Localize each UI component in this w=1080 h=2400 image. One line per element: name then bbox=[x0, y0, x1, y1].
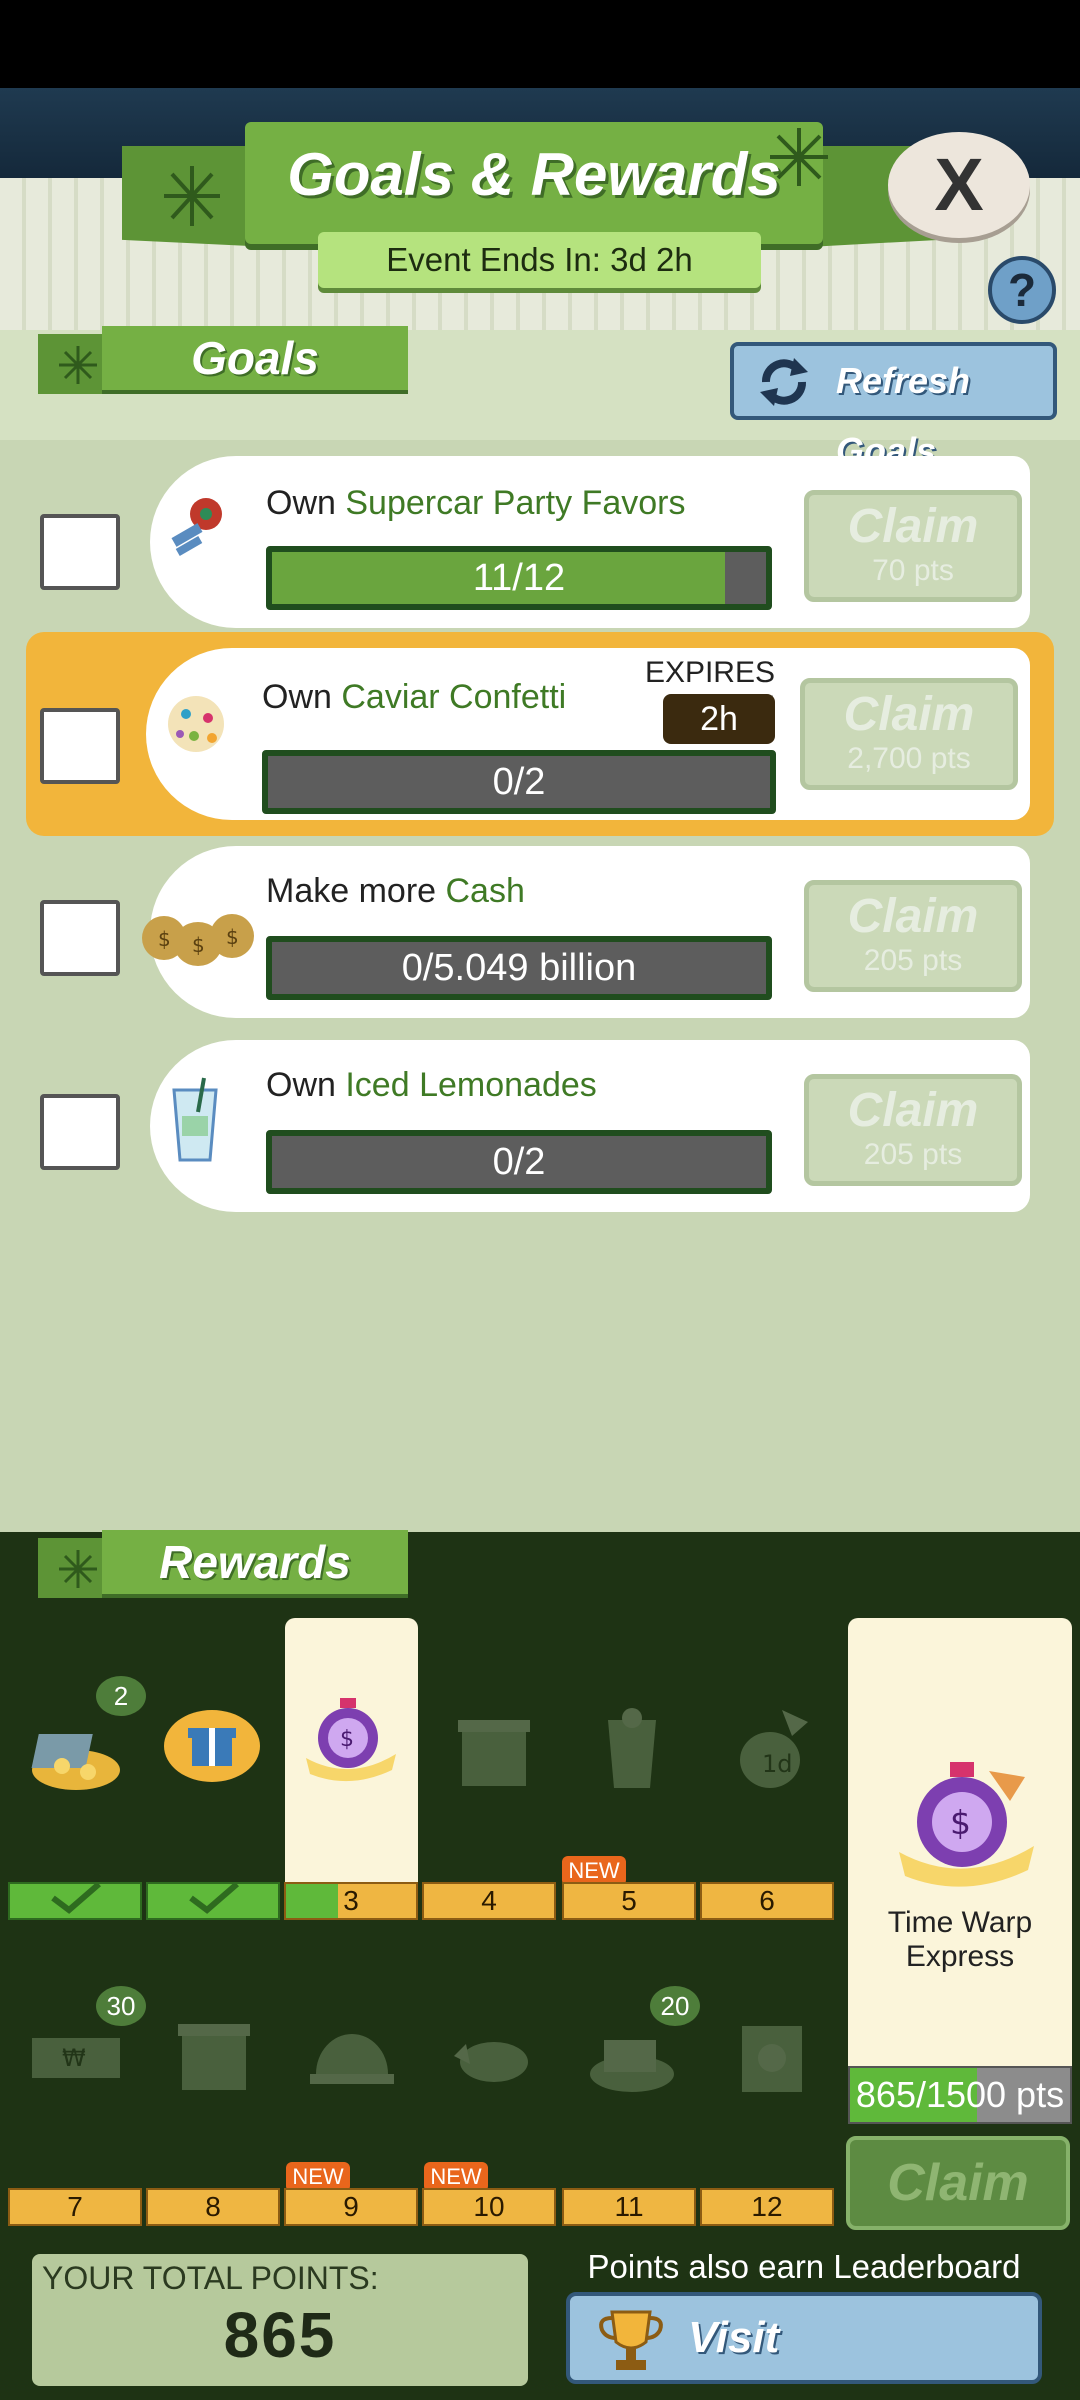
reward-count-badge: 2 bbox=[96, 1676, 146, 1716]
featured-reward-name: Time Warp Express bbox=[887, 1906, 1033, 1973]
crate-icon bbox=[178, 2024, 250, 2090]
crate-icon bbox=[458, 1720, 530, 1786]
reward-segment: 7 bbox=[8, 2188, 142, 2226]
reward-segment: 11 bbox=[562, 2188, 696, 2226]
goal-label: Make more Cash bbox=[266, 872, 525, 910]
event-timer: Event Ends In: 3d 2h bbox=[318, 232, 761, 288]
featured-progress-bar: 865/1500 pts bbox=[848, 2066, 1072, 2124]
rhino-icon bbox=[454, 2042, 528, 2082]
reward-segment: 3 bbox=[284, 1882, 418, 1920]
drink-icon bbox=[608, 1708, 656, 1788]
svg-text:$: $ bbox=[950, 1803, 971, 1842]
claim-button[interactable]: Claim 2,700 pts bbox=[800, 678, 1018, 790]
gold-pile-icon bbox=[31, 1734, 120, 1790]
goal-progress-text: 0/2 bbox=[492, 1141, 546, 1183]
reward-segment: 6 bbox=[700, 1882, 834, 1920]
goal-progress-bar: 0/5.049 billion bbox=[266, 936, 772, 1000]
checkmark-icon bbox=[51, 1881, 101, 1914]
cloche-icon bbox=[310, 2034, 394, 2084]
sparkle-icon bbox=[770, 128, 828, 186]
featured-progress-text: 865/1500 pts bbox=[855, 2074, 1065, 2115]
money-bags-icon: $ $ $ bbox=[142, 914, 254, 966]
goal-checkbox bbox=[40, 708, 120, 784]
stopwatch-icon: $ bbox=[899, 1762, 1034, 1887]
page-title: Goals & Rewards bbox=[287, 141, 781, 208]
claim-points: 205 pts bbox=[863, 944, 963, 977]
goal-progress-text: 11/12 bbox=[472, 557, 566, 599]
goal-checkbox bbox=[40, 900, 120, 976]
goal-progress-bar: 0/2 bbox=[262, 750, 776, 814]
claim-points: 2,700 pts bbox=[847, 742, 971, 775]
reward-segment: 8 bbox=[146, 2188, 280, 2226]
confetti-icon bbox=[168, 696, 224, 752]
goals-tab: Goals bbox=[102, 326, 408, 390]
goal-progress-text: 0/2 bbox=[492, 761, 546, 803]
claim-label: Claim bbox=[843, 688, 975, 741]
visit-leaderboards-label: Visit Leaderboards bbox=[688, 2313, 979, 2400]
status-bar-area bbox=[0, 0, 1080, 88]
total-points-value: 865 bbox=[223, 2299, 337, 2371]
claim-button[interactable]: Claim 70 pts bbox=[804, 490, 1022, 602]
goal-label: Own Iced Lemonades bbox=[266, 1066, 597, 1104]
claim-button[interactable]: Claim 205 pts bbox=[804, 1074, 1022, 1186]
reward-segment: 4 bbox=[422, 1882, 556, 1920]
expires-timer: 2h 49m bbox=[663, 694, 775, 788]
total-points-label: YOUR TOTAL POINTS: bbox=[42, 2260, 379, 2296]
reward-segment-complete bbox=[8, 1881, 142, 1920]
svg-text:$: $ bbox=[340, 1727, 354, 1752]
checkmark-icon bbox=[189, 1881, 239, 1914]
rewards-tab: Rewards bbox=[102, 1530, 408, 1594]
svg-text:$: $ bbox=[158, 927, 171, 951]
visit-leaderboards-button[interactable]: Visit Leaderboards bbox=[566, 2292, 1042, 2400]
goal-progress-text: 0/5.049 billion bbox=[401, 947, 637, 989]
claim-label: Claim bbox=[847, 1084, 979, 1137]
reward-count-badge: 30 bbox=[96, 1986, 146, 2026]
svg-text:₩: ₩ bbox=[62, 2044, 86, 2072]
claim-points: 70 pts bbox=[872, 554, 954, 587]
reward-segment-complete bbox=[146, 1881, 280, 1920]
machine-icon bbox=[742, 2026, 802, 2092]
svg-text:1d: 1d bbox=[762, 1750, 793, 1778]
goals-rewards-screen: Goals & Rewards Event Ends In: 3d 2h X ?… bbox=[0, 0, 1080, 2400]
claim-points: 205 pts bbox=[863, 1138, 963, 1171]
reward-segment: 10 bbox=[422, 2188, 556, 2226]
lemonade-icon bbox=[172, 1077, 218, 1162]
reward-segment: 9 bbox=[284, 2188, 418, 2226]
featured-claim-button[interactable]: Claim bbox=[846, 2136, 1070, 2230]
claim-button[interactable]: Claim 205 pts bbox=[804, 880, 1022, 992]
party-favor-icon bbox=[171, 498, 222, 556]
reward-count-badge: 20 bbox=[650, 1986, 700, 2026]
refresh-goals-button[interactable]: Refresh Goals bbox=[730, 342, 1057, 471]
refresh-icon bbox=[760, 358, 808, 406]
svg-text:$: $ bbox=[226, 925, 239, 949]
money-bag-icon: 1d bbox=[740, 1710, 808, 1788]
claim-label: Claim bbox=[847, 890, 979, 943]
goal-checkbox bbox=[40, 514, 120, 590]
reward-segment: 5 bbox=[562, 1882, 696, 1920]
goal-label: Own Caviar Confetti bbox=[262, 678, 567, 716]
reward-segment: 12 bbox=[700, 2188, 834, 2226]
stopwatch-icon: $ bbox=[306, 1698, 396, 1782]
svg-text:$: $ bbox=[192, 933, 205, 957]
goal-checkbox bbox=[40, 1094, 120, 1170]
trophy-icon bbox=[599, 2310, 663, 2370]
goal-progress-bar: 0/2 bbox=[266, 1130, 772, 1194]
claim-label: Claim bbox=[847, 500, 979, 553]
goal-label: Own Supercar Party Favors bbox=[266, 484, 686, 522]
goal-progress-bar: 11/12 bbox=[266, 546, 772, 610]
help-button[interactable]: ? bbox=[988, 256, 1056, 324]
gift-icon bbox=[164, 1710, 260, 1782]
close-button[interactable]: X bbox=[888, 132, 1030, 238]
